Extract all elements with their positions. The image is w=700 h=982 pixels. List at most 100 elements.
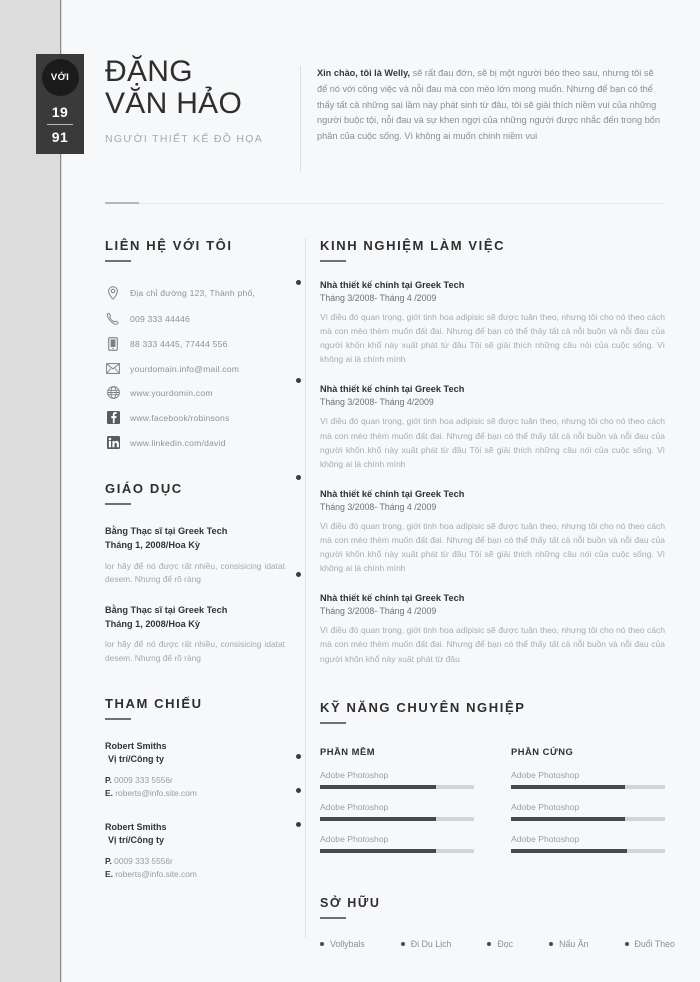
timeline-dot: [296, 572, 301, 577]
skill-progress-bar: [320, 784, 474, 789]
experience-description: Vì điều đó quan trọng, giới tinh hoa adi…: [320, 312, 665, 365]
reference-role: Vị trí/Công ty: [108, 835, 164, 846]
experience-item: Nhà thiết kế chính tại Greek Tech Tháng 3…: [320, 593, 665, 665]
experience-description: Vì điều đó quan trọng, giới tinh hoa adi…: [320, 520, 665, 574]
contact-item[interactable]: 88 333 4445, 77444 556: [105, 337, 285, 351]
globe-icon: [105, 386, 121, 399]
software-skill-column: PHẦN MỀM Adobe Photoshop Adobe Photoshop A…: [320, 746, 474, 866]
hobby-item: Đuổi Theo: [625, 939, 675, 949]
skills-section: KỸ NĂNG CHUYÊN NGHIỆP PHẦN MỀM Adobe Pho…: [320, 700, 665, 866]
education-date: Tháng 1, 2008/Hoa Kỳ: [105, 618, 200, 629]
skill-item: Adobe Photoshop: [511, 802, 665, 821]
reference-email-label: E.: [105, 869, 113, 880]
contact-item[interactable]: www.linkedin.com/david: [105, 436, 285, 449]
hobbies-heading: SỞ HỮU: [320, 895, 381, 910]
contact-item-text: 88 333 4445, 77444 556: [130, 339, 228, 349]
contact-item[interactable]: www.facebook/robinsons: [105, 411, 285, 424]
education-degree: Bằng Thạc sĩ tại Greek Tech: [105, 526, 228, 536]
reference-phone: P. 0009 333 5556r: [105, 855, 173, 866]
header-rule: [105, 202, 665, 204]
envelope-icon: [105, 363, 121, 374]
badge-year-top: 19: [51, 104, 69, 120]
job-title: NGƯỜI THIẾT KẾ ĐỒ HỌA: [105, 132, 264, 145]
experience-description: Vì điều đó quan trọng, giới tinh hoa adi…: [320, 625, 665, 664]
education-description: lor hãy để nó được rất nhiều, consisicin…: [105, 560, 285, 585]
references-heading-rule: [105, 717, 131, 720]
phone-icon: [105, 312, 121, 325]
contact-item[interactable]: Địa chỉ đường 123, Thành phố,: [105, 286, 285, 300]
experience-heading-rule: [320, 260, 346, 262]
experience-role: Nhà thiết kế chính tại Greek Tech: [320, 280, 465, 290]
reference-email[interactable]: E. roberts@info.site.com: [105, 868, 285, 882]
last-name: VĂN HẢO: [105, 87, 243, 121]
badge-year-bottom: 91: [51, 129, 69, 145]
name-block: ĐẶNG VĂN HẢO NGƯỜI THIẾT KẾ ĐỒ HỌA: [105, 55, 295, 145]
skill-item: Adobe Photoshop: [511, 770, 665, 789]
reference-phone-label: P.: [105, 774, 112, 785]
contact-item[interactable]: yourdomain.info@mail.com: [105, 363, 285, 374]
experience-description: Vì điều đó quan trọng, giới tinh hoa adi…: [320, 416, 665, 469]
hobby-item: Vollybals: [320, 939, 365, 949]
skill-progress-bar: [320, 816, 474, 821]
badge-label: VỚI: [50, 72, 70, 83]
skills-heading: KỸ NĂNG CHUYÊN NGHIỆP: [320, 699, 526, 715]
timeline-line: [305, 238, 306, 938]
skill-item: Adobe Photoshop: [320, 802, 474, 821]
skill-progress-fill: [511, 816, 625, 821]
experience-role: Nhà thiết kế chính tại Greek Tech: [320, 384, 465, 395]
first-name: ĐẶNG: [105, 55, 193, 88]
contact-item-text: 009 333 44446: [130, 313, 190, 324]
contact-heading: LIÊN HỆ VỚI TÔI: [105, 238, 233, 253]
hobbies-section: SỞ HỮU Vollybals Đi Du Lịch Đọc Nấu Ăn Đuổi …: [320, 895, 675, 949]
experience-date: Tháng 3/2008- Tháng 4 /2009: [320, 606, 437, 617]
contact-item-text: www.facebook/robinsons: [130, 412, 230, 423]
skill-item: Adobe Photoshop: [320, 770, 474, 789]
education-section: GIÁO DỤC Bằng Thạc sĩ tại Greek Tech Thán…: [105, 481, 285, 666]
timeline-dot: [296, 788, 301, 793]
skill-progress-fill: [511, 784, 625, 789]
contact-item[interactable]: www.yourdomin.com: [105, 386, 285, 399]
skill-name: Adobe Photoshop: [320, 769, 389, 780]
education-description: lor hãy để nó được rất nhiều, consisicin…: [105, 639, 285, 664]
timeline-dot: [296, 754, 301, 759]
facebook-icon: [105, 411, 121, 424]
references-heading: THAM CHIẾU: [105, 695, 203, 711]
skill-name: Adobe Photoshop: [511, 769, 580, 780]
contact-item[interactable]: 009 333 44446: [105, 312, 285, 325]
reference-email[interactable]: E. roberts@info.site.com: [105, 787, 285, 801]
reference-email-label: E.: [105, 788, 113, 799]
education-item: Bằng Thạc sĩ tại Greek Tech Tháng 1, 2008…: [105, 604, 285, 666]
location-pin-icon: [105, 286, 121, 300]
skill-progress-fill: [511, 848, 627, 853]
contact-item-text: www.linkedin.com/david: [130, 437, 226, 448]
intro-body: sẽ rất đau đớn, sẽ bị một người béo theo…: [317, 68, 660, 142]
skill-name: Adobe Photoshop: [511, 833, 580, 844]
experience-role: Nhà thiết kế chính tại Greek Tech: [320, 593, 465, 604]
intro-lead: Xin chào, tôi là Welly,: [317, 68, 411, 78]
education-degree: Bằng Thạc sĩ tại Greek Tech: [105, 604, 228, 615]
experience-date: Tháng 3/2008- Tháng 4/2009: [320, 397, 434, 408]
skill-progress-fill: [320, 784, 436, 789]
hobbies-heading-rule: [320, 916, 346, 919]
education-item: Bằng Thạc sĩ tại Greek Tech Tháng 1, 2008…: [105, 525, 285, 587]
education-list: Bằng Thạc sĩ tại Greek Tech Tháng 1, 2008…: [105, 525, 285, 666]
contact-item-text: yourdomain.info@mail.com: [130, 363, 240, 374]
intro-divider: [300, 66, 301, 172]
linkedin-icon: [105, 436, 121, 449]
skill-item: Adobe Photoshop: [511, 834, 665, 853]
experience-section: KINH NGHIỆM LÀM VIỆC Nhà thiết kế chính …: [320, 238, 665, 666]
skill-name: Adobe Photoshop: [511, 801, 580, 812]
badge-circle: VỚI: [41, 59, 79, 96]
software-skill-list: Adobe Photoshop Adobe Photoshop Adobe Phot…: [320, 770, 474, 853]
hardware-heading: PHẦN CỨNG: [511, 745, 574, 757]
skills-heading-rule: [320, 721, 346, 724]
timeline-dot: [296, 822, 301, 827]
skill-progress-bar: [511, 848, 665, 853]
badge-divider: [47, 124, 73, 125]
reference-name: Robert Smiths: [105, 740, 167, 751]
education-date: Tháng 1, 2008/Hoa Kỳ: [105, 539, 200, 550]
education-heading-rule: [105, 503, 131, 505]
skill-progress-fill: [320, 816, 436, 821]
contact-list: Địa chỉ đường 123, Thành phố, 009 333 444…: [105, 286, 285, 449]
timeline-dot: [296, 475, 301, 480]
